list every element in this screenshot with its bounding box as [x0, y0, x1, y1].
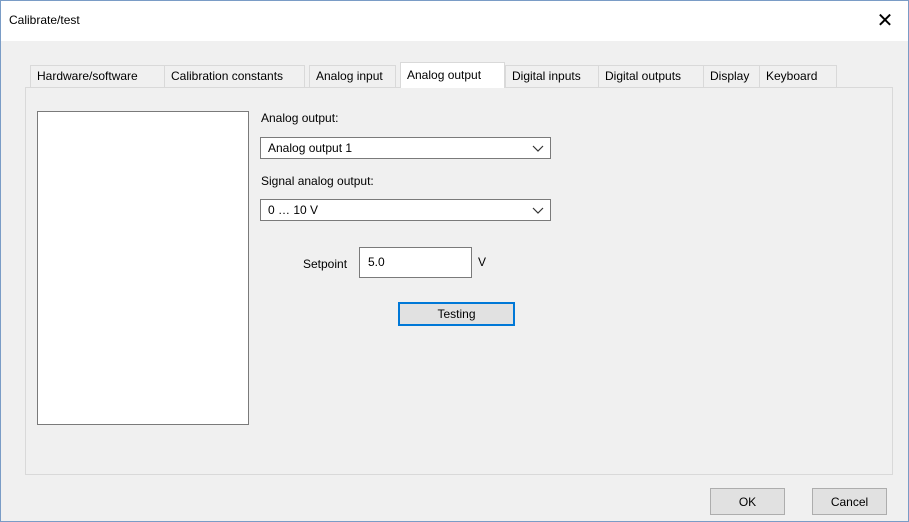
setpoint-value: 5.0 [368, 255, 385, 269]
window-title: Calibrate/test [9, 13, 80, 27]
tab-label: Keyboard [766, 69, 818, 83]
setpoint-label: Setpoint [303, 257, 348, 271]
analog-output-select[interactable]: Analog output 1 [260, 137, 551, 159]
tab-label: Digital inputs [512, 69, 581, 83]
tab-label: Analog input [316, 69, 383, 83]
cancel-button-label: Cancel [830, 494, 869, 509]
output-list[interactable] [37, 111, 249, 425]
chevron-down-icon [532, 145, 544, 152]
tab-digital-inputs[interactable]: Digital inputs [505, 65, 602, 87]
tab-analog-input[interactable]: Analog input [309, 65, 396, 87]
tab-analog-output[interactable]: Analog output [400, 62, 505, 88]
tab-display[interactable]: Display [703, 65, 763, 87]
tab-label: Digital outputs [605, 69, 682, 83]
testing-button[interactable]: Testing [398, 302, 515, 326]
signal-output-label: Signal analog output: [261, 174, 374, 188]
tab-digital-outputs[interactable]: Digital outputs [598, 65, 707, 87]
dialog-window: Calibrate/test ✕ Hardware/software Calib… [0, 0, 909, 522]
setpoint-unit: V [478, 255, 487, 269]
chevron-down-icon [532, 207, 544, 214]
tab-hardware-software[interactable]: Hardware/software [30, 65, 166, 87]
ok-button-label: OK [738, 494, 757, 509]
close-button[interactable]: ✕ [862, 1, 908, 41]
tab-keyboard[interactable]: Keyboard [759, 65, 837, 87]
cancel-button[interactable]: Cancel [812, 488, 887, 515]
close-icon: ✕ [876, 10, 894, 32]
setpoint-input[interactable]: 5.0 [359, 247, 472, 278]
analog-output-label: Analog output: [261, 111, 339, 125]
tab-label: Display [710, 69, 750, 83]
tab-calibration-constants[interactable]: Calibration constants [164, 65, 305, 87]
tab-label: Analog output [407, 68, 482, 82]
analog-output-value: Analog output 1 [268, 141, 353, 155]
signal-output-select[interactable]: 0 … 10 V [260, 199, 551, 221]
testing-button-label: Testing [437, 307, 476, 321]
signal-output-value: 0 … 10 V [268, 203, 319, 217]
tab-label: Hardware/software [37, 69, 138, 83]
ok-button[interactable]: OK [710, 488, 785, 515]
tab-label: Calibration constants [171, 69, 284, 83]
title-bar: Calibrate/test ✕ [1, 1, 908, 41]
